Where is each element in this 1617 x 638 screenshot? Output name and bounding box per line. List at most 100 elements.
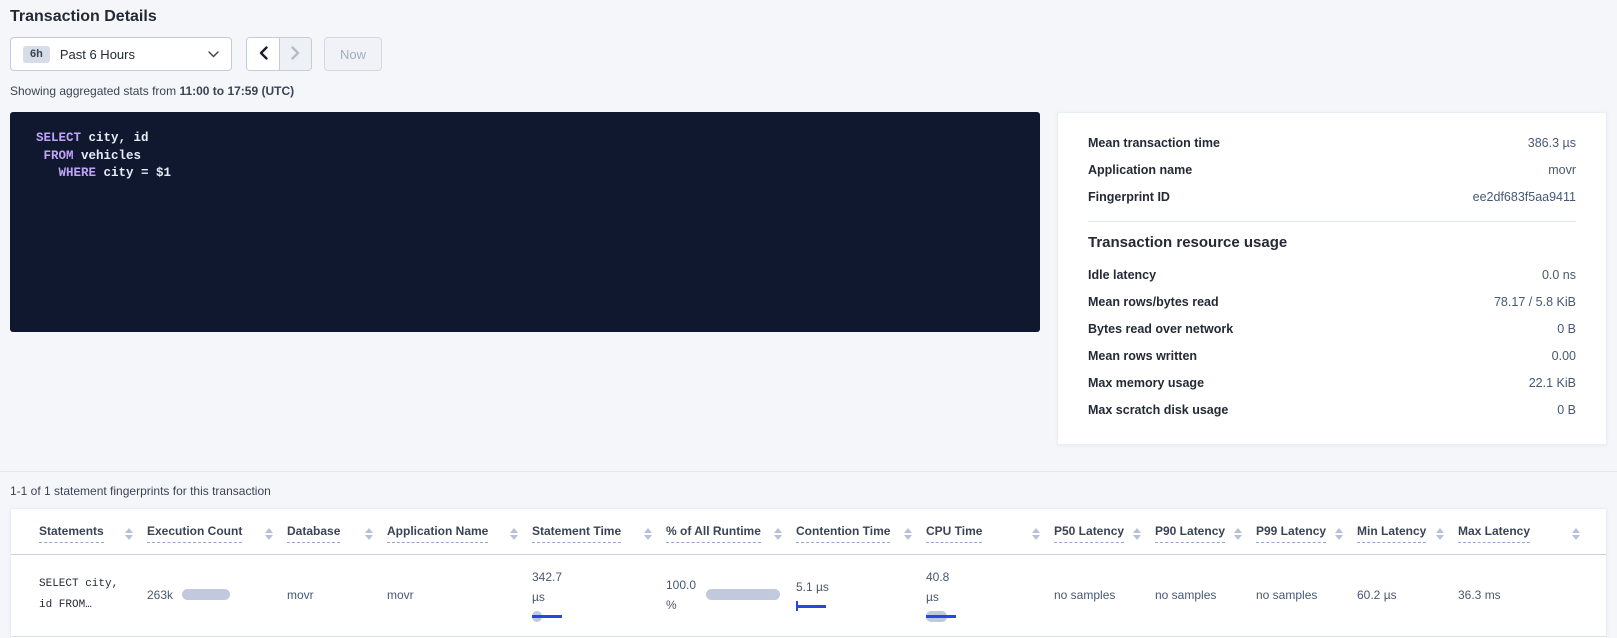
- column-label: P99 Latency: [1256, 524, 1326, 543]
- cell-max-latency: 36.3 ms: [1458, 555, 1594, 636]
- cell-cpu-time: 40.8 µs: [926, 555, 1054, 636]
- cell-p50-latency: no samples: [1054, 555, 1155, 636]
- cell-application-name: movr: [387, 555, 532, 636]
- summary-label: Mean transaction time: [1088, 136, 1220, 150]
- summary-row: Mean transaction time 386.3 µs: [1088, 129, 1576, 156]
- next-interval-button[interactable]: [279, 38, 311, 70]
- summary-label: Max memory usage: [1088, 376, 1204, 390]
- time-range-dropdown[interactable]: 6h Past 6 Hours: [10, 37, 232, 71]
- summary-value: 22.1 KiB: [1529, 376, 1576, 390]
- transaction-summary-card: Mean transaction time 386.3 µs Applicati…: [1057, 112, 1607, 445]
- sql-text: city = $1: [96, 166, 171, 180]
- summary-label: Mean rows written: [1088, 349, 1197, 363]
- sql-statement-box: SELECT city, id FROM vehicles WHERE city…: [10, 112, 1040, 332]
- column-header-max-latency[interactable]: Max Latency: [1458, 509, 1594, 554]
- statements-section: 1-1 of 1 statement fingerprints for this…: [0, 471, 1617, 638]
- column-header-runtime-pct[interactable]: % of All Runtime: [666, 509, 796, 554]
- divider: [1088, 221, 1576, 222]
- column-label: P50 Latency: [1054, 524, 1124, 543]
- cell-p99-latency: no samples: [1256, 555, 1357, 636]
- summary-row: Application name movr: [1088, 156, 1576, 183]
- sort-icon[interactable]: [904, 528, 912, 540]
- column-header-execution-count[interactable]: Execution Count: [147, 509, 287, 554]
- execution-count-bar: [182, 589, 230, 600]
- max-latency-value: 36.3 ms: [1458, 585, 1582, 605]
- sort-icon[interactable]: [774, 528, 782, 540]
- sort-icon[interactable]: [1032, 528, 1040, 540]
- sort-icon[interactable]: [1436, 528, 1444, 540]
- sort-icon[interactable]: [365, 528, 373, 540]
- summary-value: 78.17 / 5.8 KiB: [1494, 295, 1576, 309]
- column-header-statement-time[interactable]: Statement Time: [532, 509, 666, 554]
- aggregated-stats-caption: Showing aggregated stats from 11:00 to 1…: [10, 84, 1607, 98]
- sql-keyword: WHERE: [59, 166, 97, 180]
- summary-row: Max scratch disk usage 0 B: [1088, 396, 1576, 423]
- column-header-contention-time[interactable]: Contention Time: [796, 509, 926, 554]
- summary-label: Bytes read over network: [1088, 322, 1233, 336]
- summary-label: Application name: [1088, 163, 1192, 177]
- summary-label: Mean rows/bytes read: [1088, 295, 1219, 309]
- transaction-details-section: Transaction Details 6h Past 6 Hours Now: [0, 0, 1617, 445]
- statements-table-card: Statements Execution Count Database Appl…: [10, 508, 1607, 638]
- now-button[interactable]: Now: [324, 37, 382, 71]
- cpu-time-value: 40.8: [926, 567, 1042, 587]
- summary-label: Max scratch disk usage: [1088, 403, 1228, 417]
- sort-icon[interactable]: [265, 528, 273, 540]
- statement-link[interactable]: SELECT city, id FROM…: [39, 555, 147, 636]
- statement-time-value: 342.7: [532, 567, 654, 587]
- p99-latency-value: no samples: [1256, 585, 1345, 605]
- database-value: movr: [287, 585, 375, 605]
- sql-keyword: SELECT: [36, 131, 81, 145]
- column-header-min-latency[interactable]: Min Latency: [1357, 509, 1458, 554]
- sort-icon[interactable]: [125, 528, 133, 540]
- summary-value: 0 B: [1557, 403, 1576, 417]
- column-header-application-name[interactable]: Application Name: [387, 509, 532, 554]
- column-label: Max Latency: [1458, 524, 1530, 543]
- column-label: Min Latency: [1357, 524, 1426, 543]
- column-header-p50-latency[interactable]: P50 Latency: [1054, 509, 1155, 554]
- cell-contention-time: 5.1 µs: [796, 555, 926, 636]
- table-header-row: Statements Execution Count Database Appl…: [11, 509, 1606, 555]
- sort-icon[interactable]: [1572, 528, 1580, 540]
- sort-icon[interactable]: [1335, 528, 1343, 540]
- previous-interval-button[interactable]: [247, 38, 279, 70]
- cell-runtime-pct: 100.0 %: [666, 555, 796, 636]
- column-header-database[interactable]: Database: [287, 509, 387, 554]
- summary-row: Max memory usage 22.1 KiB: [1088, 369, 1576, 396]
- summary-row: Idle latency 0.0 ns: [1088, 261, 1576, 288]
- column-header-p99-latency[interactable]: P99 Latency: [1256, 509, 1357, 554]
- sort-icon[interactable]: [1234, 528, 1242, 540]
- table-row: SELECT city, id FROM… 263k movr movr 342…: [11, 555, 1606, 637]
- column-header-cpu-time[interactable]: CPU Time: [926, 509, 1054, 554]
- sort-icon[interactable]: [510, 528, 518, 540]
- statement-line: SELECT city,: [39, 574, 135, 595]
- chevron-left-icon: [259, 46, 268, 63]
- column-label: Database: [287, 524, 340, 543]
- cell-execution-count: 263k: [147, 555, 287, 636]
- sql-statement-text: SELECT city, id FROM vehicles WHERE city…: [36, 130, 1014, 183]
- cell-statement-time: 342.7 µs: [532, 555, 666, 636]
- sort-icon[interactable]: [1133, 528, 1141, 540]
- column-header-p90-latency[interactable]: P90 Latency: [1155, 509, 1256, 554]
- sql-text: city, id: [81, 131, 149, 145]
- contention-time-bar: [796, 601, 830, 612]
- column-header-statements[interactable]: Statements: [39, 509, 147, 554]
- summary-row: Bytes read over network 0 B: [1088, 315, 1576, 342]
- column-label: Contention Time: [796, 524, 890, 543]
- p90-latency-value: no samples: [1155, 585, 1244, 605]
- resource-usage-title: Transaction resource usage: [1088, 234, 1576, 251]
- sql-indent: [36, 166, 59, 180]
- page-title: Transaction Details: [10, 8, 1607, 26]
- min-latency-value: 60.2 µs: [1357, 585, 1446, 605]
- runtime-unit: %: [666, 595, 696, 615]
- chevron-right-icon: [291, 46, 300, 63]
- cell-database: movr: [287, 555, 387, 636]
- runtime-value: 100.0: [666, 575, 696, 595]
- execution-count-value: 263k: [147, 585, 173, 605]
- cpu-time-bar: [926, 611, 960, 622]
- time-controls: 6h Past 6 Hours Now: [10, 37, 1607, 71]
- sort-icon[interactable]: [644, 528, 652, 540]
- column-label: Statements: [39, 524, 104, 543]
- column-label: Statement Time: [532, 524, 621, 543]
- statement-time-unit: µs: [532, 587, 654, 607]
